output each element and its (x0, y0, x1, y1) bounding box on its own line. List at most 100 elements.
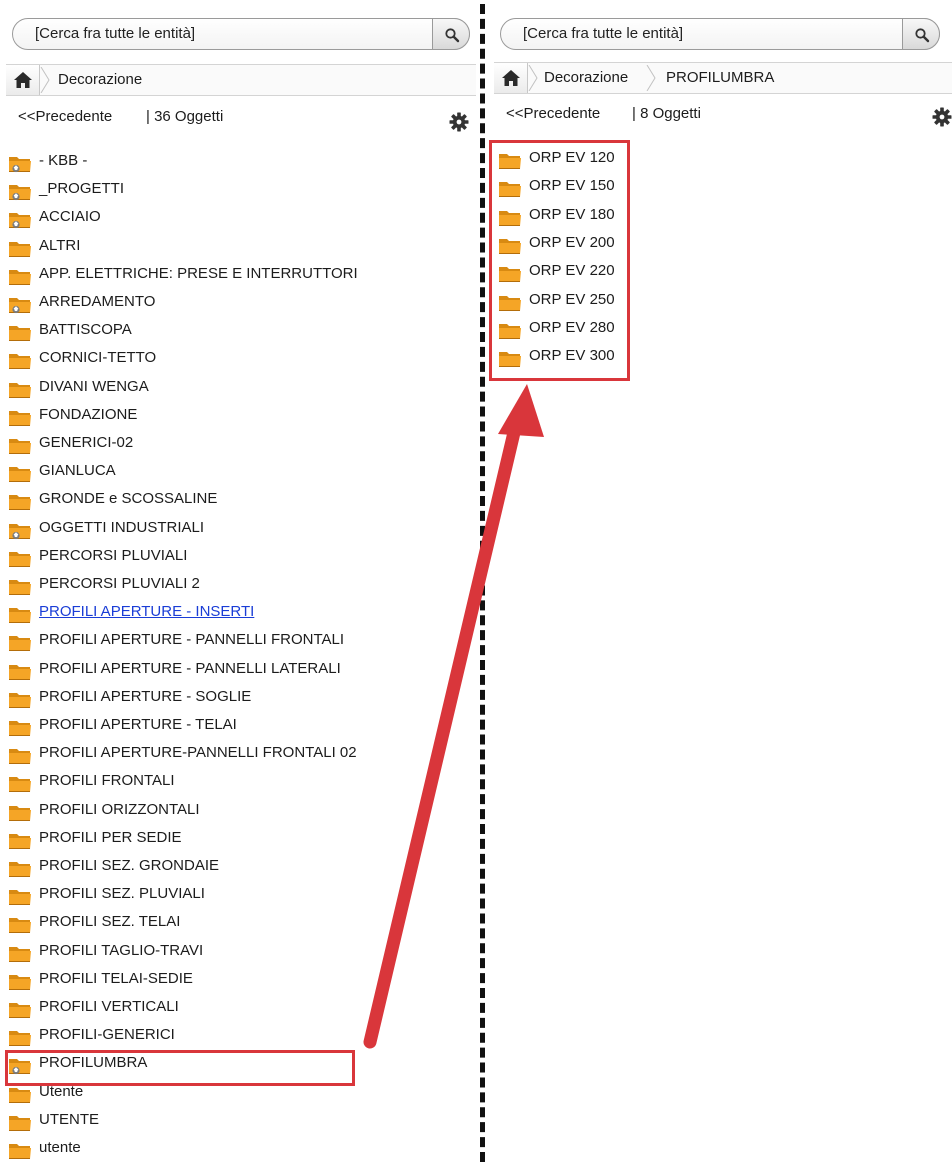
list-item[interactable]: PROFILI APERTURE - TELAI (8, 714, 448, 740)
list-item[interactable]: PROFILI APERTURE-PANNELLI FRONTALI 02 (8, 742, 448, 768)
list-item[interactable]: FONDAZIONE (8, 404, 448, 430)
list-item[interactable]: UTENTE (8, 1109, 448, 1135)
folder-linked-icon (9, 185, 31, 201)
list-item[interactable]: PROFILI SEZ. TELAI (8, 911, 448, 937)
list-item[interactable]: ORP EV 300 (498, 345, 938, 371)
list-item[interactable]: APP. ELETTRICHE: PRESE E INTERRUTTORI (8, 263, 448, 289)
folder-icon (9, 1031, 31, 1047)
list-item[interactable]: PROFILI APERTURE - SOGLIE (8, 686, 448, 712)
list-item[interactable]: PROFILI VERTICALI (8, 996, 448, 1022)
folder-icon (9, 692, 31, 708)
list-item[interactable]: ORP EV 150 (498, 175, 938, 201)
folder-icon (9, 664, 31, 680)
breadcrumb-item-decorazione[interactable]: Decorazione (58, 71, 142, 88)
search-field[interactable]: [Cerca fra tutte le entità] (12, 18, 470, 50)
breadcrumb-item-profilumbra[interactable]: PROFILUMBRA (666, 69, 774, 86)
list-item-label: PROFILI ORIZZONTALI (39, 800, 200, 818)
list-item[interactable]: GIANLUCA (8, 460, 448, 486)
folder-icon (499, 267, 521, 283)
list-item[interactable]: - KBB - (8, 150, 448, 176)
folder-icon (9, 862, 31, 877)
list-item-label: CORNICI-TETTO (39, 349, 157, 367)
folder-icon (9, 439, 31, 454)
folder-linked-icon (9, 213, 31, 229)
list-item[interactable]: PROFILI PER SEDIE (8, 827, 448, 853)
list-item[interactable]: ORP EV 120 (498, 147, 938, 173)
search-button[interactable] (902, 18, 940, 50)
folder-icon (9, 382, 31, 398)
list-item-label: ACCIAIO (39, 208, 101, 226)
list-item[interactable]: DIVANI WENGA (8, 376, 448, 402)
list-item[interactable]: PROFILI SEZ. GRONDAIE (8, 855, 448, 881)
list-item[interactable]: PERCORSI PLUVIALI (8, 545, 448, 571)
list-item-label: ORP EV 120 (529, 149, 615, 166)
home-button[interactable] (6, 65, 40, 95)
magnifier-icon (915, 28, 930, 43)
folder-icon (499, 295, 521, 311)
list-item[interactable]: PROFILI SEZ. PLUVIALI (8, 883, 448, 909)
list-item[interactable]: PROFILI ORIZZONTALI (8, 799, 448, 825)
list-item[interactable]: ORP EV 250 (498, 289, 938, 315)
list-item[interactable]: ORP EV 200 (498, 232, 938, 258)
folder-icon (9, 918, 31, 934)
list-item[interactable]: OGGETTI INDUSTRIALI (8, 517, 448, 543)
list-item-label: PROFILI TAGLIO-TRAVI (39, 941, 204, 959)
folder-icon (9, 467, 31, 483)
list-item[interactable]: PROFILI APERTURE - INSERTI (8, 601, 448, 627)
list-item[interactable]: GRONDE e SCOSSALINE (8, 488, 448, 514)
list-item-label: PROFILI SEZ. PLUVIALI (39, 885, 205, 903)
list-item[interactable]: CORNICI-TETTO (8, 347, 448, 373)
list-item-label: ORP EV 220 (529, 262, 615, 280)
list-item[interactable]: PROFILI-GENERICI (8, 1024, 448, 1050)
folder-linked-icon (9, 298, 31, 314)
home-button[interactable] (494, 63, 528, 93)
list-item-label: UTENTE (39, 1110, 99, 1128)
list-item[interactable]: _PROGETTI (8, 178, 448, 204)
list-item[interactable]: PERCORSI PLUVIALI 2 (8, 573, 448, 599)
list-item[interactable]: utente (8, 1137, 448, 1163)
folder-linked-icon (9, 1059, 31, 1075)
list-item-label: ORP EV 250 (529, 290, 615, 308)
list-item[interactable]: PROFILUMBRA (8, 1052, 448, 1078)
list-item-label: FONDAZIONE (39, 405, 138, 423)
list-item-label: DIVANI WENGA (39, 377, 149, 395)
list-item[interactable]: PROFILI TELAI-SEDIE (8, 968, 448, 994)
gear-icon[interactable] (932, 107, 952, 127)
breadcrumb: Decorazione (6, 64, 476, 96)
folder-icon (9, 269, 31, 285)
list-item-label: PROFILI APERTURE - TELAI (39, 716, 237, 733)
list-item[interactable]: ACCIAIO (8, 206, 448, 232)
list-item[interactable]: PROFILI TAGLIO-TRAVI (8, 940, 448, 966)
folder-icon (9, 749, 31, 765)
previous-link[interactable]: <<Precedente (506, 105, 600, 122)
gear-icon[interactable] (449, 112, 469, 132)
search-placeholder: [Cerca fra tutte le entità] (35, 25, 196, 42)
folder-icon (9, 833, 31, 849)
list-item[interactable]: ORP EV 280 (498, 317, 938, 343)
folder-icon (499, 154, 521, 169)
object-count: | 36 Oggetti (146, 108, 224, 125)
list-item[interactable]: Utente (8, 1081, 448, 1107)
list-item[interactable]: PROFILI APERTURE - PANNELLI FRONTALI (8, 629, 448, 655)
list-item[interactable]: ALTRI (8, 235, 448, 261)
list-item[interactable]: PROFILI FRONTALI (8, 770, 448, 796)
list-item[interactable]: ORP EV 220 (498, 260, 938, 286)
list-item-label: PROFILI SEZ. GRONDAIE (39, 857, 220, 874)
folder-icon (9, 777, 31, 793)
magnifier-icon (445, 28, 460, 43)
right-browser-panel: [Cerca fra tutte le entità] Decorazione … (490, 0, 952, 1162)
previous-link[interactable]: <<Precedente (18, 108, 112, 125)
list-item[interactable]: ORP EV 180 (498, 204, 938, 230)
folder-icon (499, 210, 521, 226)
home-icon (14, 72, 32, 88)
list-item[interactable]: BATTISCOPA (8, 319, 448, 345)
search-button[interactable] (432, 18, 470, 50)
list-item-label: PROFILI APERTURE-PANNELLI FRONTALI 02 (39, 744, 357, 762)
search-field[interactable]: [Cerca fra tutte le entità] (500, 18, 940, 50)
breadcrumb-item-decorazione[interactable]: Decorazione (544, 69, 628, 86)
search-placeholder: [Cerca fra tutte le entità] (523, 25, 684, 42)
folder-linked-icon (9, 157, 31, 173)
list-item[interactable]: PROFILI APERTURE - PANNELLI LATERALI (8, 658, 448, 684)
list-item[interactable]: ARREDAMENTO (8, 291, 448, 317)
list-item[interactable]: GENERICI-02 (8, 432, 448, 458)
